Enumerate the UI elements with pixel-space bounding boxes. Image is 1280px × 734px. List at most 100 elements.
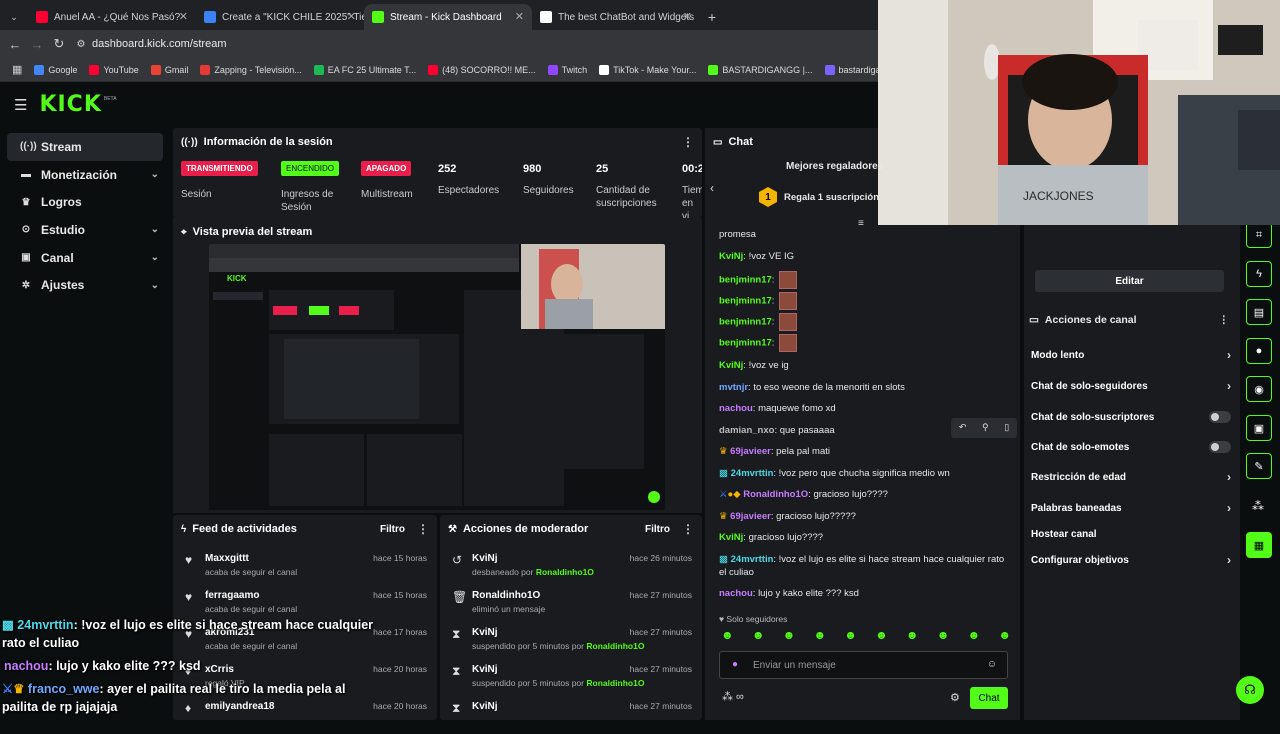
sidebar-item-logros[interactable]: ♛ Logros <box>7 188 163 216</box>
banned-words-row[interactable]: Palabras baneadas › <box>1031 498 1231 518</box>
bookmark[interactable]: Gmail <box>150 64 188 75</box>
stream-preview-video[interactable]: KICK <box>209 244 665 510</box>
message-user[interactable]: KviNj <box>719 360 743 371</box>
message-user[interactable]: benjminn17 <box>719 296 772 307</box>
emote-icon[interactable]: ☻ <box>844 628 857 646</box>
clapperboard-icon[interactable]: ▦ <box>1246 532 1272 558</box>
url-field[interactable]: dashboard.kick.com/stream <box>92 38 227 50</box>
bookmark[interactable]: BASTARDIGANGG |... <box>708 64 813 75</box>
bookmark[interactable]: (48) SOCORRO!! ME... <box>428 64 536 75</box>
message-user[interactable]: nachou <box>719 403 753 414</box>
kick-logo[interactable]: KICK <box>39 92 101 117</box>
broadcast-icon[interactable]: ◉ <box>1246 376 1272 402</box>
forward-arrow-icon[interactable]: → <box>26 37 48 52</box>
emote-icon[interactable]: ☻ <box>875 628 888 646</box>
document-icon[interactable]: ▤ <box>1246 299 1272 325</box>
more-options-icon[interactable]: ⋮ <box>1219 314 1230 326</box>
message-user[interactable]: mvtnjr <box>719 382 748 393</box>
save-icon[interactable]: ▣ <box>1246 415 1272 441</box>
slow-mode-row[interactable]: Modo lento › <box>1031 345 1231 365</box>
site-info-icon[interactable]: ⚙ <box>70 39 92 50</box>
emoji-icon[interactable]: ☺ <box>987 659 997 670</box>
message-user[interactable]: damian_nxo <box>719 425 774 436</box>
sidebar-item-stream[interactable]: ((·)) Stream <box>7 133 163 161</box>
message-user[interactable]: 24mvrttin <box>731 468 774 479</box>
chevron-left-icon[interactable]: ‹ <box>710 181 714 195</box>
sidebar-item-monetizacion[interactable]: ▬ Monetización ⌄ <box>7 161 163 189</box>
filter-button[interactable]: Filtro <box>380 524 405 535</box>
chat-settings-gear-icon[interactable]: ⚙ <box>950 691 960 704</box>
bookmark[interactable]: bastardigangg - Kic... <box>824 64 878 75</box>
browser-tab-0[interactable]: Anuel AA - ¿Qué Nos Pasó? ✕ <box>28 4 196 30</box>
reload-icon[interactable]: ↻ <box>48 36 70 52</box>
emote-icon[interactable]: ☻ <box>752 628 765 646</box>
bookmark[interactable]: Zapping - Televisión... <box>200 64 302 75</box>
emote-icon[interactable]: ☻ <box>906 628 919 646</box>
message-user[interactable]: Ronaldinho1O <box>743 489 808 500</box>
message-user[interactable]: benjminn17 <box>719 317 772 328</box>
message-user[interactable]: benjminn17 <box>719 338 772 349</box>
tab-list-chevron-icon[interactable]: ⌄ <box>0 4 28 30</box>
close-icon[interactable]: ✕ <box>179 10 188 23</box>
send-chat-button[interactable]: Chat <box>970 687 1008 709</box>
mod-by-user[interactable]: Ronaldinho1O <box>586 678 644 688</box>
bolt-icon[interactable]: ϟ <box>1246 261 1272 287</box>
chat-bubble-icon[interactable]: ● <box>1246 338 1272 364</box>
hamburger-menu-icon[interactable]: ☰ <box>14 96 27 114</box>
sidebar-item-estudio[interactable]: ⊙ Estudio ⌄ <box>7 216 163 244</box>
sidebar-item-canal[interactable]: ▣ Canal ⌄ <box>7 244 163 272</box>
message-user[interactable]: nachou <box>719 588 753 599</box>
mod-by-user[interactable]: Ronaldinho1O <box>586 641 644 651</box>
chat-tools-icon[interactable]: ⁂ ∞ <box>722 690 744 703</box>
filter-button[interactable]: Filtro <box>645 524 670 535</box>
message-user[interactable]: 24mvrttin <box>731 554 774 565</box>
emote-icon[interactable]: ☻ <box>783 628 796 646</box>
revenue-status-badge[interactable]: ENCENDIDO <box>281 161 340 176</box>
message-user[interactable]: KviNj <box>719 251 743 262</box>
scatter-dots-icon[interactable]: ⁂ <box>1252 499 1264 513</box>
bookmark[interactable]: TikTok - Make Your... <box>599 64 696 75</box>
browser-tab-2[interactable]: Stream - Kick Dashboard ✕ <box>364 4 532 30</box>
pin-icon[interactable]: ⚲ <box>982 421 989 434</box>
emote-icon[interactable]: ☻ <box>721 628 734 646</box>
back-arrow-icon[interactable]: ← <box>4 37 26 52</box>
reply-icon[interactable]: ↶ <box>959 421 967 434</box>
bookmark[interactable]: YouTube <box>89 64 139 75</box>
emote-icon[interactable]: ☻ <box>998 628 1011 646</box>
bookmark[interactable]: EA FC 25 Ultimate T... <box>313 64 416 75</box>
chat-message-input[interactable]: ● Enviar un mensaje ☺ <box>719 651 1008 679</box>
browser-tab-3[interactable]: The best ChatBot and Widgets ✕ <box>532 4 700 30</box>
emote-icon[interactable]: ☻ <box>937 628 950 646</box>
more-options-icon[interactable]: ⋮ <box>682 135 694 149</box>
more-options-icon[interactable]: ⋮ <box>682 522 694 536</box>
support-headset-icon[interactable]: ☊ <box>1236 676 1264 704</box>
age-restriction-row[interactable]: Restricción de edad › <box>1031 467 1231 487</box>
new-tab-plus-icon[interactable]: + <box>700 4 724 30</box>
bookmark[interactable]: Twitch <box>547 64 587 75</box>
browser-tab-1[interactable]: Create a "KICK CHILE 2025" Tier ✕ <box>196 4 364 30</box>
subscribers-only-toggle[interactable] <box>1209 411 1231 423</box>
message-user[interactable]: 69javieer <box>730 511 771 522</box>
message-user[interactable]: 69javieer <box>730 446 771 457</box>
microphone-icon[interactable]: ● <box>732 659 738 670</box>
emote-icon[interactable]: ☻ <box>813 628 826 646</box>
delete-icon[interactable]: ▯ <box>1004 421 1009 434</box>
collapse-handle-icon[interactable]: ≡ <box>858 218 864 229</box>
host-channel-row[interactable]: Hostear canal <box>1031 524 1231 544</box>
apps-grid-icon[interactable]: ▦ <box>12 63 22 76</box>
close-icon[interactable]: ✕ <box>683 10 692 23</box>
close-icon[interactable]: ✕ <box>515 10 524 23</box>
configure-goals-row[interactable]: Configurar objetivos › <box>1031 550 1231 570</box>
close-icon[interactable]: ✕ <box>347 10 356 23</box>
followers-only-row[interactable]: Chat de solo-seguidores › <box>1031 376 1231 396</box>
sidebar-item-ajustes[interactable]: ✲ Ajustes ⌄ <box>7 271 163 299</box>
message-user[interactable]: KviNj <box>719 532 743 543</box>
emote-icon[interactable]: ☻ <box>968 628 981 646</box>
mod-by-user[interactable]: Ronaldinho1O <box>536 567 594 577</box>
multistream-status-badge[interactable]: APAGADO <box>361 161 412 176</box>
bookmark[interactable]: Google <box>34 64 77 75</box>
more-options-icon[interactable]: ⋮ <box>417 522 429 536</box>
screenshot-icon[interactable]: ⌗ <box>1246 222 1272 248</box>
gift-sub-cta[interactable]: Regala 1 suscripción pa <box>784 192 878 203</box>
message-user[interactable]: benjminn17 <box>719 275 772 286</box>
